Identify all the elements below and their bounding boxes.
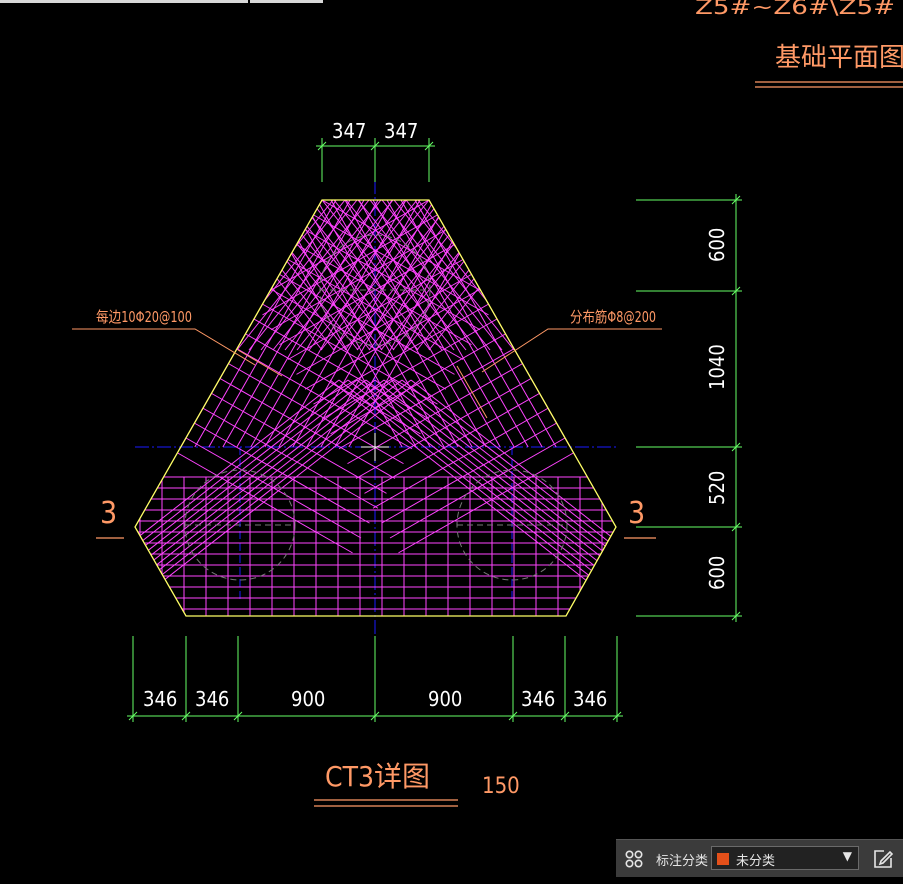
cad-drawing-canvas[interactable]: Z5#~Z6#\Z5# 基础平面图 347 347 600 1040 520 6… — [0, 0, 903, 884]
plan-title: 基础平面图 — [775, 43, 903, 73]
annotation-category-select[interactable]: 未分类 ▼ — [711, 846, 859, 870]
rebar-line — [338, 379, 616, 616]
dim-right-2: 1040 — [705, 344, 729, 390]
rebar-line — [135, 379, 349, 616]
partial-title-text: Z5#~Z6#\Z5# — [695, 0, 895, 19]
rebar-line — [392, 379, 616, 616]
rebar-line — [250, 200, 393, 448]
dim-top-2: 347 — [384, 119, 418, 143]
crosshair-cursor — [361, 433, 389, 461]
top-dimension — [316, 138, 435, 182]
rebar-line — [355, 378, 532, 479]
rebar-line — [135, 379, 376, 616]
rebar-line — [364, 392, 540, 494]
dim-right-3: 520 — [705, 471, 729, 505]
rebar-line — [347, 379, 616, 616]
rebar-line — [135, 379, 403, 616]
rebar-line — [208, 200, 351, 448]
rebar-line — [177, 452, 353, 554]
dim-bottom-6: 346 — [573, 687, 607, 711]
rebar-line — [202, 407, 379, 509]
detail-scale: 150 — [482, 774, 520, 799]
annotation-category-label: 标注分类 — [656, 854, 709, 869]
edit-icon[interactable] — [872, 848, 894, 870]
dim-bottom-4: 900 — [428, 687, 462, 711]
detail-title: CT3详图 — [325, 760, 430, 793]
rebar-line — [135, 379, 385, 616]
rebar-line — [211, 392, 387, 494]
rebar-note-right: 分布筋Φ8@200 — [570, 308, 656, 326]
chevron-down-icon: ▼ — [842, 849, 852, 863]
dim-bottom-5: 346 — [521, 687, 555, 711]
section-mark-right: 3 — [628, 496, 645, 531]
rebar-line — [442, 200, 585, 448]
rebar-line — [398, 452, 574, 554]
rebar-line — [135, 379, 412, 616]
rebar-line — [135, 379, 394, 616]
rebar-line — [365, 379, 616, 616]
annotation-category-bar: 标注分类 未分类 ▼ — [616, 839, 903, 877]
rebar-note-left: 每边10Φ20@100 — [96, 308, 192, 326]
dim-right-4: 600 — [705, 556, 729, 590]
rebar-mesh — [135, 200, 616, 616]
annotation-category-value: 未分类 — [736, 854, 776, 869]
dim-bottom-1: 346 — [143, 687, 177, 711]
rebar-line — [321, 318, 498, 420]
dim-top-1: 347 — [332, 119, 366, 143]
rebar-line — [358, 200, 501, 448]
grid-icon[interactable] — [624, 849, 644, 869]
rebar-line — [219, 378, 396, 479]
dim-bottom-3: 900 — [291, 687, 325, 711]
rebar-line — [410, 379, 616, 616]
category-color-swatch — [717, 853, 729, 865]
section-mark-left: 3 — [100, 496, 117, 531]
rebar-line — [313, 303, 489, 405]
dim-bottom-2: 346 — [195, 687, 229, 711]
rebar-line — [372, 407, 549, 509]
rebar-line — [356, 379, 616, 616]
dim-right-1: 600 — [705, 228, 729, 262]
